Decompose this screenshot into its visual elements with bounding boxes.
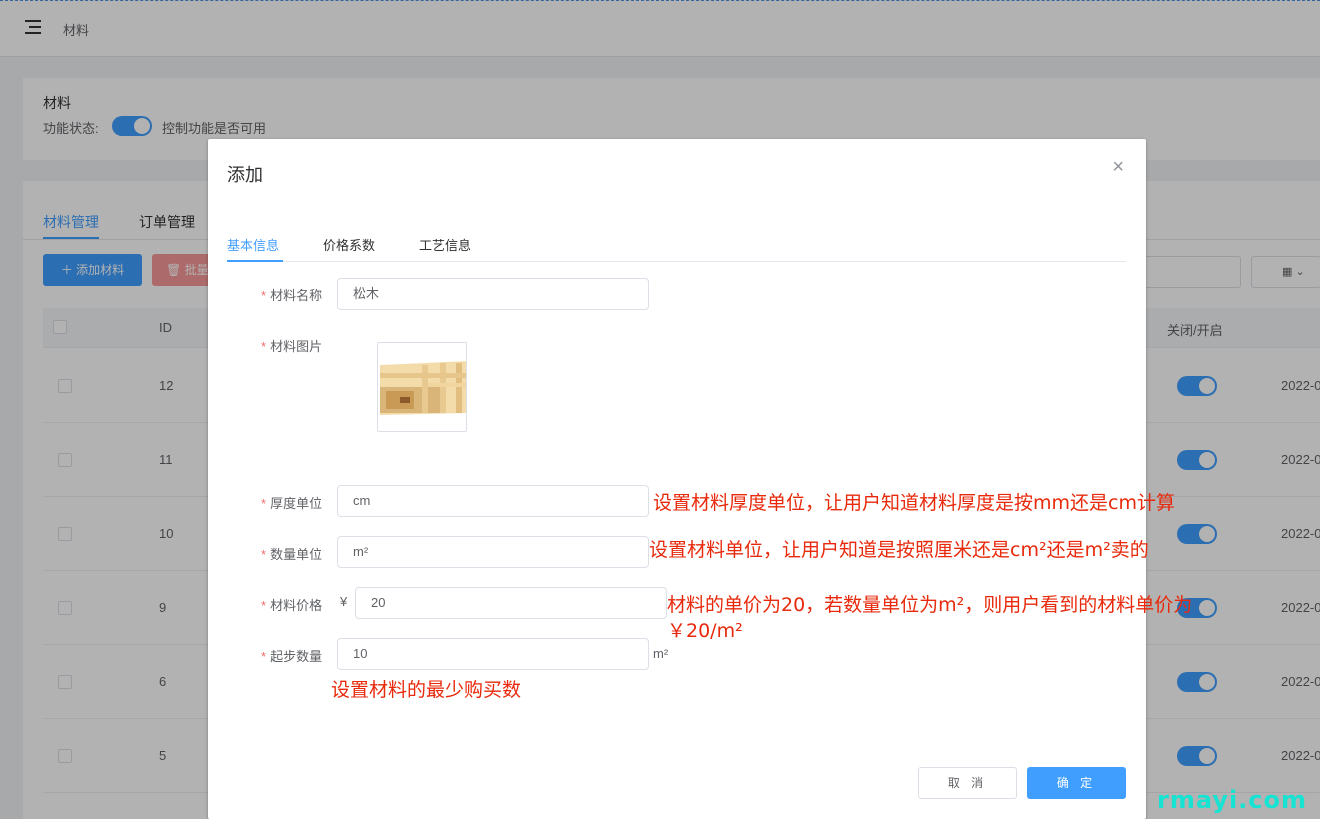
close-icon[interactable]: ×: [1112, 157, 1124, 177]
material-image-upload[interactable]: [377, 342, 467, 432]
tab-basic-info[interactable]: 基本信息: [227, 235, 279, 254]
wood-shelf-image: [378, 343, 466, 431]
price-label: * 材料价格: [261, 598, 323, 613]
annotation-price: 材料的单价为20，若数量单位为m²，则用户看到的材料单价为￥20/m²: [667, 594, 1193, 642]
annotation-thickness: 设置材料厚度单位，让用户知道材料厚度是按mm还是cm计算: [653, 492, 1175, 514]
quantity-unit-input[interactable]: m²: [337, 536, 649, 568]
tab-craft-info[interactable]: 工艺信息: [419, 235, 471, 254]
min-quantity-input[interactable]: 10: [337, 638, 649, 670]
quantity-unit-label: * 数量单位: [261, 547, 323, 562]
thickness-unit-input[interactable]: cm: [337, 485, 649, 517]
material-name-input[interactable]: 松木: [337, 278, 649, 310]
image-label: * 材料图片: [261, 339, 323, 354]
cancel-button[interactable]: 取 消: [918, 767, 1017, 799]
min-quantity-label: * 起步数量: [261, 649, 323, 664]
thickness-unit-label: * 厚度单位: [261, 496, 323, 511]
dialog-tab-indicator: [227, 260, 283, 262]
add-material-dialog: 添加 × 基本信息 价格系数 工艺信息 * 材料名称 松木 * 材料图片 * 厚度单位…: [208, 139, 1146, 819]
name-label: * 材料名称: [261, 288, 323, 303]
tab-price-coefficient[interactable]: 价格系数: [323, 235, 375, 254]
watermark: rmayi.com: [1157, 786, 1308, 814]
dialog-tab-divider: [227, 261, 1126, 262]
min-quantity-unit: m²: [653, 646, 669, 661]
annotation-min-quantity: 设置材料的最少购买数: [331, 679, 522, 701]
price-input[interactable]: 20: [355, 587, 667, 619]
annotation-quantity: 设置材料单位，让用户知道是按照厘米还是cm²还是m²卖的: [649, 539, 1149, 561]
dialog-title: 添加: [227, 165, 263, 185]
confirm-button[interactable]: 确 定: [1027, 767, 1126, 799]
price-prefix: ¥: [340, 594, 348, 609]
